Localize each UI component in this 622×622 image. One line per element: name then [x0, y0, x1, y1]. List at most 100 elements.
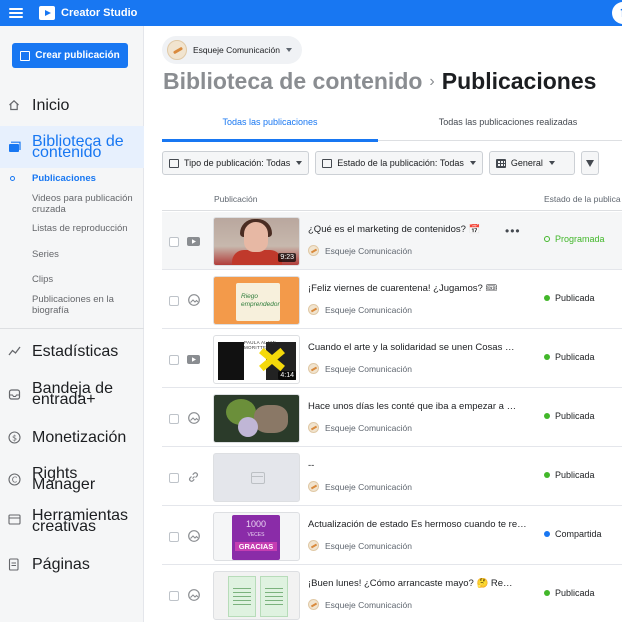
- page-avatar: [308, 245, 319, 256]
- table-row[interactable]: ¡Buen lunes! ¿Cómo arrancaste mayo? 🤔 Re…: [162, 566, 622, 622]
- table-row[interactable]: 9:23 ¿Qué es el marketing de contenidos?…: [162, 212, 622, 270]
- view-selector[interactable]: General: [488, 151, 575, 175]
- status-text: Programada: [555, 234, 605, 244]
- pages-icon: [7, 557, 21, 571]
- thumbnail-text: GRACIAS: [235, 542, 277, 551]
- sidebar-subitem-timeline-posts[interactable]: Publicaciones en la biografía: [32, 294, 140, 316]
- video-icon: [187, 235, 200, 247]
- sidebar-subitem-playlists[interactable]: Listas de reproducción: [32, 223, 140, 234]
- post-status-filter[interactable]: Estado de la publicación: Todas: [315, 151, 483, 175]
- column-header-status[interactable]: Estado de la publica: [544, 194, 621, 204]
- insights-icon: [7, 344, 21, 358]
- row-checkbox[interactable]: [169, 532, 179, 542]
- sidebar-item-label: Biblioteca de contenido: [32, 133, 124, 161]
- post-thumbnail[interactable]: [213, 571, 300, 620]
- sidebar-subitem-crosspost-videos[interactable]: Videos para publicación cruzada: [32, 193, 140, 215]
- sidebar-item-pages[interactable]: Páginas: [0, 555, 144, 573]
- post-title[interactable]: Actualización de estado Es hermoso cuand…: [308, 519, 528, 530]
- post-title[interactable]: --: [308, 460, 528, 471]
- video-duration: 9:23: [278, 253, 296, 262]
- row-checkbox[interactable]: [169, 237, 179, 247]
- page-avatar: [308, 304, 319, 315]
- copyright-icon: C: [7, 472, 21, 486]
- creator-studio-app: Creator Studio f Crear publicación Inici…: [0, 0, 622, 622]
- post-thumbnail[interactable]: [213, 394, 300, 443]
- post-page-name: Esqueje Comunicación: [325, 422, 412, 433]
- divider: [0, 328, 144, 329]
- table-row[interactable]: PAULA ALAMI MORITTE 4:14 Cuando el arte …: [162, 330, 622, 388]
- sidebar-item-label: Herramientas creativas: [32, 507, 129, 535]
- page-avatar: [308, 363, 319, 374]
- chevron-down-icon: [285, 48, 292, 52]
- status-badge: Publicada: [544, 411, 595, 421]
- column-header-publication[interactable]: Publicación: [214, 194, 257, 204]
- row-checkbox[interactable]: [169, 591, 179, 601]
- post-thumbnail[interactable]: Riego emprendedor: [213, 276, 300, 325]
- sidebar-subitem-series[interactable]: Series: [32, 249, 140, 260]
- menu-icon[interactable]: [9, 8, 23, 18]
- post-thumbnail[interactable]: 9:23: [213, 217, 300, 266]
- post-page: Esqueje Comunicación: [308, 481, 412, 492]
- status-badge: Publicada: [544, 588, 595, 598]
- page-avatar: [308, 599, 319, 610]
- filter-button[interactable]: [580, 151, 599, 175]
- row-checkbox[interactable]: [169, 355, 179, 365]
- table-row[interactable]: 1000 VECES GRACIAS Actualización de esta…: [162, 507, 622, 565]
- chevron-down-icon: [469, 161, 476, 165]
- tab-all-posts[interactable]: Todas las publicaciones: [162, 103, 378, 142]
- post-title[interactable]: Cuando el arte y la solidaridad se unen …: [308, 342, 528, 353]
- row-checkbox[interactable]: [169, 414, 179, 424]
- post-title[interactable]: ¡Buen lunes! ¿Cómo arrancaste mayo? 🤔 Re…: [308, 578, 528, 589]
- sidebar-subitem-clips[interactable]: Clips: [32, 274, 140, 285]
- tab-all-published-posts[interactable]: Todas las publicaciones realizadas: [378, 103, 622, 141]
- view-selector-label: General: [510, 158, 543, 168]
- row-checkbox[interactable]: [169, 296, 179, 306]
- facebook-icon[interactable]: f: [612, 2, 622, 24]
- sidebar-item-creative-tools[interactable]: Herramientas creativas: [0, 506, 144, 535]
- post-thumbnail[interactable]: 1000 VECES GRACIAS: [213, 512, 300, 561]
- sidebar-item-home[interactable]: Inicio: [0, 96, 144, 114]
- sidebar-item-content-library[interactable]: Biblioteca de contenido: [0, 126, 144, 168]
- sidebar-item-inbox[interactable]: Bandeja de entrada+: [0, 381, 144, 408]
- status-text: Publicada: [555, 352, 595, 362]
- page-selector[interactable]: Esqueje Comunicación: [162, 36, 302, 64]
- app-title: Creator Studio: [61, 7, 138, 19]
- status-text: Publicada: [555, 470, 595, 480]
- status-badge: Publicada: [544, 470, 595, 480]
- breadcrumb-library[interactable]: Biblioteca de contenido: [163, 68, 422, 95]
- post-title[interactable]: ¡Feliz viernes de cuarentena! ¿Jugamos? …: [308, 283, 528, 294]
- table-row[interactable]: Riego emprendedor ¡Feliz viernes de cuar…: [162, 271, 622, 329]
- table-row[interactable]: Hace unos días les conté que iba a empez…: [162, 389, 622, 447]
- post-title[interactable]: Hace unos días les conté que iba a empez…: [308, 401, 528, 412]
- page-selector-name: Esqueje Comunicación: [193, 45, 280, 55]
- create-post-button[interactable]: Crear publicación: [12, 43, 128, 68]
- sidebar-item-rights-manager[interactable]: C Rights Manager: [0, 466, 144, 493]
- sidebar-item-insights[interactable]: Estadísticas: [0, 342, 144, 360]
- table-row[interactable]: -- Esqueje Comunicación Publicada: [162, 448, 622, 506]
- page-title: Publicaciones: [441, 68, 597, 94]
- grid-icon: [495, 158, 506, 168]
- home-icon: [7, 98, 21, 112]
- published-status-icon: [544, 590, 550, 596]
- sidebar-item-monetization[interactable]: $ Monetización: [0, 428, 144, 446]
- create-post-label: Crear publicación: [35, 50, 120, 61]
- post-type-filter-label: Tipo de publicación:: [184, 158, 264, 168]
- sidebar-item-label: Inicio: [32, 96, 70, 114]
- status-text: Publicada: [555, 588, 595, 598]
- post-page-name: Esqueje Comunicación: [325, 481, 412, 492]
- post-status-filter-label: Estado de la publicación:: [337, 158, 438, 168]
- post-type-filter[interactable]: Tipo de publicación: Todas: [162, 151, 310, 175]
- post-title[interactable]: ¿Qué es el marketing de contenidos? 📅: [308, 224, 498, 235]
- published-status-icon: [544, 413, 550, 419]
- status-badge: Programada: [544, 234, 605, 244]
- sidebar-subitem-publications[interactable]: Publicaciones: [32, 173, 140, 184]
- filter-bar: Tipo de publicación: Todas Estado de la …: [162, 151, 605, 175]
- status-text: Publicada: [555, 293, 595, 303]
- post-thumbnail[interactable]: PAULA ALAMI MORITTE 4:14: [213, 335, 300, 384]
- post-page-name: Esqueje Comunicación: [325, 599, 412, 610]
- post-page: Esqueje Comunicación: [308, 540, 412, 551]
- more-options-icon[interactable]: •••: [505, 224, 521, 238]
- post-thumbnail[interactable]: [213, 453, 300, 502]
- row-checkbox[interactable]: [169, 473, 179, 483]
- thumbnail-text: Riego emprendedor: [241, 293, 280, 308]
